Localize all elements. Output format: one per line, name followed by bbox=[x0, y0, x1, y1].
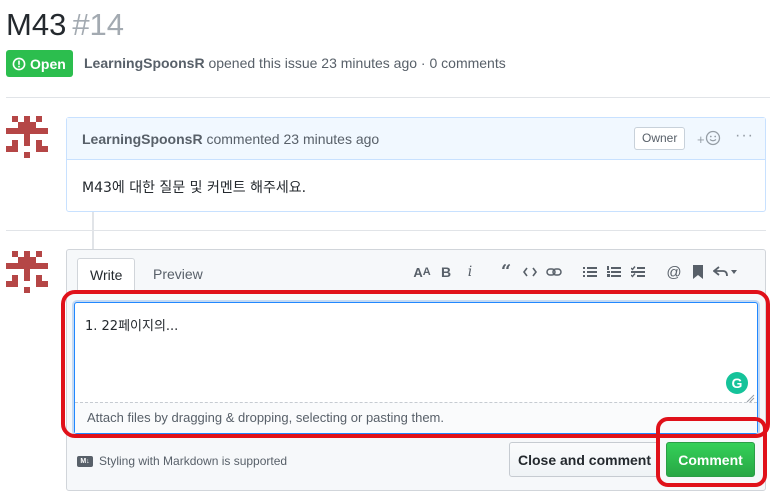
ordered-list-icon[interactable] bbox=[602, 263, 626, 281]
tab-preview[interactable]: Preview bbox=[141, 258, 215, 290]
comment-header: LearningSpoonsR commented 23 minutes ago… bbox=[67, 118, 765, 160]
issue-author-link[interactable]: LearningSpoonsR bbox=[84, 55, 205, 71]
italic-icon[interactable]: i bbox=[458, 263, 482, 281]
issue-state-badge: Open bbox=[6, 50, 73, 77]
header-icon[interactable]: AA bbox=[410, 263, 434, 281]
resize-handle-icon[interactable] bbox=[745, 390, 755, 403]
issue-state-label: Open bbox=[30, 55, 66, 72]
reply-icon[interactable] bbox=[710, 263, 740, 281]
issue-number: #14 bbox=[72, 7, 125, 42]
task-list-icon[interactable] bbox=[626, 263, 650, 281]
issue-title-row: M43 #14 bbox=[6, 6, 124, 44]
comment-button[interactable]: Comment bbox=[666, 442, 755, 477]
markdown-support-note[interactable]: M↓ Styling with Markdown is supported bbox=[77, 454, 287, 468]
tab-write[interactable]: Write bbox=[77, 258, 136, 292]
issue-meta: LearningSpoonsR opened this issue 23 min… bbox=[84, 55, 506, 71]
timeline-line bbox=[92, 231, 94, 249]
owner-badge: Owner bbox=[634, 127, 686, 150]
comment: LearningSpoonsR commented 23 minutes ago… bbox=[66, 117, 766, 212]
unordered-list-icon[interactable] bbox=[578, 263, 602, 281]
comment-editor: Attach files by dragging & dropping, sel… bbox=[74, 302, 758, 434]
timeline-divider bbox=[6, 230, 766, 231]
comment-meta: LearningSpoonsR commented 23 minutes ago bbox=[82, 131, 379, 147]
code-icon[interactable] bbox=[518, 263, 542, 281]
more-options-icon[interactable]: ··· bbox=[735, 127, 754, 145]
attach-files-hint[interactable]: Attach files by dragging & dropping, sel… bbox=[75, 402, 757, 433]
issue-meta-text: opened this issue 23 minutes ago · 0 com… bbox=[204, 55, 506, 71]
add-reaction-button[interactable]: + bbox=[697, 130, 721, 149]
link-icon[interactable] bbox=[542, 263, 566, 281]
markdown-note-text: Styling with Markdown is supported bbox=[99, 454, 288, 468]
header-divider bbox=[6, 97, 770, 98]
timeline-line bbox=[92, 212, 94, 230]
close-and-comment-button[interactable]: Close and comment bbox=[509, 442, 660, 477]
comment-author-link[interactable]: LearningSpoonsR bbox=[82, 131, 203, 147]
bold-icon[interactable]: B bbox=[434, 263, 458, 281]
issue-title: M43 bbox=[6, 7, 67, 42]
markdown-toolbar: AA B i “ @ bbox=[410, 263, 740, 281]
avatar[interactable] bbox=[6, 116, 48, 158]
avatar[interactable] bbox=[6, 251, 48, 293]
mention-icon[interactable]: @ bbox=[662, 263, 686, 281]
quote-icon[interactable]: “ bbox=[494, 263, 518, 281]
comment-body: M43에 대한 질문 및 커멘트 해주세요. bbox=[82, 180, 307, 196]
comment-timestamp: commented 23 minutes ago bbox=[202, 131, 380, 147]
saved-reply-icon[interactable] bbox=[686, 263, 710, 281]
smiley-icon bbox=[705, 130, 721, 149]
markdown-icon: M↓ bbox=[77, 455, 93, 467]
issue-opened-icon bbox=[12, 57, 26, 71]
comment-textarea[interactable] bbox=[75, 303, 757, 401]
